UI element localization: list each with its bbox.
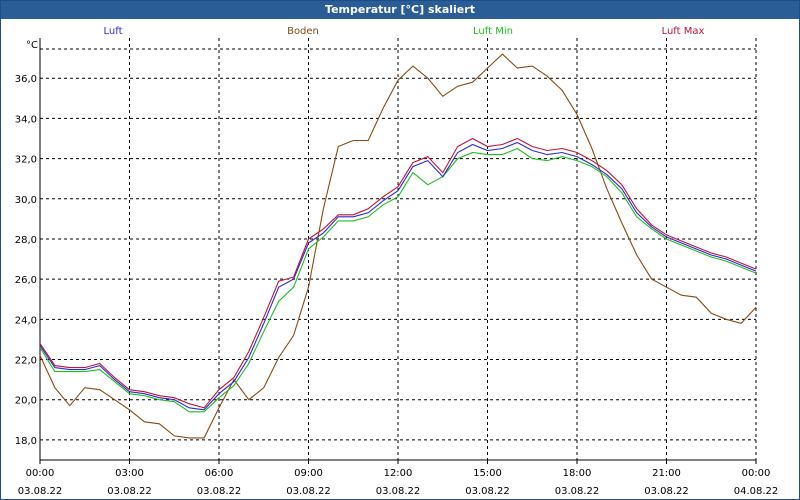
- x-tick-date: 03.08.22: [644, 486, 689, 497]
- x-tick-labels: 00:00 03.08.22 03:00 03.08.22 06:00 03.08.22 0…: [18, 468, 779, 497]
- y-tick-label: 20,0: [15, 396, 37, 407]
- y-tick-label: 32,0: [15, 155, 37, 166]
- x-tick-time: 00:00: [742, 468, 771, 479]
- legend-item-luft: Luft: [104, 26, 123, 37]
- y-tick-label: 28,0: [15, 235, 37, 246]
- x-tick-time: 12:00: [384, 468, 413, 479]
- x-tick-time: 18:00: [563, 468, 592, 479]
- x-tick-time: 06:00: [205, 468, 234, 479]
- x-tick-date: 03.08.22: [465, 486, 510, 497]
- x-tick-time: 00:00: [26, 468, 55, 479]
- y-tick-label: 30,0: [15, 195, 37, 206]
- legend-item-boden: Boden: [287, 26, 319, 37]
- y-tick-label: 22,0: [15, 356, 37, 367]
- y-tick-label: 24,0: [15, 315, 37, 326]
- x-tick-time: 21:00: [652, 468, 681, 479]
- temperature-chart: Luft Boden Luft Min Luft Max °C 18,0 20,0 22,…: [15, 26, 779, 497]
- y-tick-label: 26,0: [15, 275, 37, 286]
- x-tick-time: 15:00: [473, 468, 502, 479]
- y-axis-unit: °C: [26, 40, 38, 51]
- y-tick-labels: 18,0 20,0 22,0 24,0 26,0 28,0 30,0 32,0 34,0 36,0: [15, 74, 37, 447]
- legend-item-luft-max: Luft Max: [662, 26, 705, 37]
- y-tick-label: 36,0: [15, 74, 37, 85]
- legend-item-luft-min: Luft Min: [473, 26, 513, 37]
- x-tick-time: 09:00: [294, 468, 323, 479]
- x-tick-date: 03.08.22: [197, 486, 242, 497]
- chart-legend: Luft Boden Luft Min Luft Max: [104, 26, 705, 37]
- x-tick-date: 04.08.22: [734, 486, 779, 497]
- x-tick-date: 03.08.22: [376, 486, 421, 497]
- x-tick-time: 03:00: [115, 468, 144, 479]
- x-tick-date: 03.08.22: [107, 486, 152, 497]
- y-tick-label: 34,0: [15, 114, 37, 125]
- x-tick-date: 03.08.22: [18, 486, 63, 497]
- y-tick-label: 18,0: [15, 436, 37, 447]
- x-tick-date: 03.08.22: [555, 486, 600, 497]
- x-tick-date: 03.08.22: [286, 486, 331, 497]
